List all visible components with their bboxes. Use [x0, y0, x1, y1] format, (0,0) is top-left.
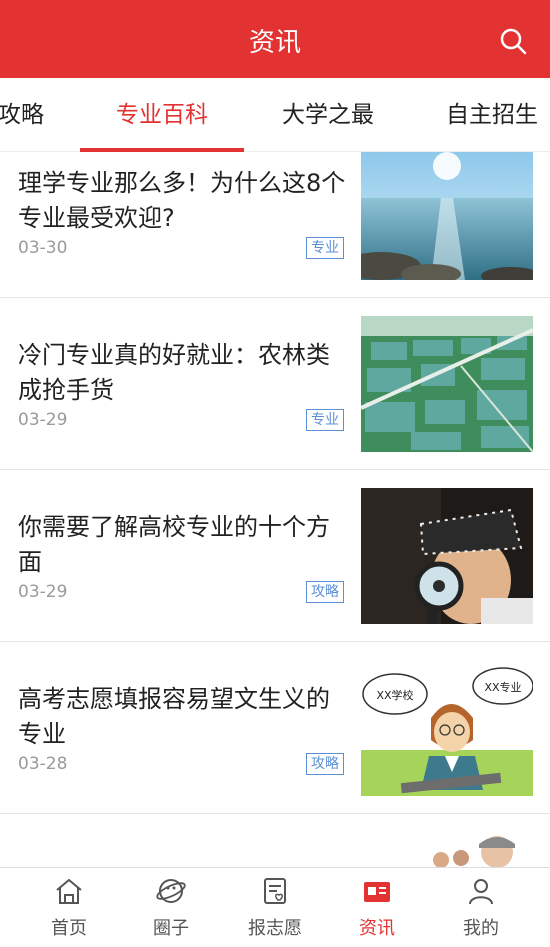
article-title: 你需要了解高校专业的十个方面: [18, 513, 330, 576]
article-title: 理学专业那么多！为什么这8个专业最受欢迎?: [18, 169, 346, 232]
tab-independent-admission[interactable]: 自主招生: [446, 78, 538, 152]
nav-label: 报志愿: [248, 918, 302, 939]
article-thumbnail: [361, 152, 533, 280]
nav-label: 首页: [51, 918, 87, 939]
article-tag: 攻略: [306, 753, 344, 775]
nav-label: 资讯: [359, 918, 395, 939]
form-heart-icon: [264, 878, 286, 904]
nav-profile[interactable]: 我的: [426, 868, 536, 947]
speech-bubble-major: XX专业: [484, 680, 521, 694]
article-title: 冷门专业真的好就业：农林类成抢手货: [18, 341, 330, 404]
news-icon: [364, 882, 390, 902]
article-list[interactable]: 理学专业那么多！为什么这8个专业最受欢迎? 03-30 专业 冷门专业真的好就业…: [0, 152, 550, 867]
nav-label: 圈子: [153, 918, 189, 939]
article-date: 03-29: [18, 410, 68, 430]
tab-major-encyclopedia[interactable]: 专业百科: [116, 78, 208, 152]
page-title: 资讯: [248, 28, 301, 58]
list-item[interactable]: 你需要了解高校专业的十个方面 03-29 攻略: [0, 470, 550, 642]
article-date: 03-29: [18, 582, 68, 602]
nav-news[interactable]: 资讯: [322, 868, 432, 947]
tab-university-superlatives[interactable]: 大学之最: [282, 78, 374, 152]
article-thumbnail: [361, 832, 533, 867]
person-icon: [469, 879, 493, 905]
nav-apply[interactable]: 报志愿: [220, 868, 330, 947]
list-item[interactable]: 冷门专业真的好就业：农林类成抢手货 03-29 专业: [0, 298, 550, 470]
search-icon[interactable]: [498, 26, 528, 56]
article-tag: 专业: [306, 409, 344, 431]
list-item[interactable]: 高考志愿填报容易望文生义的专业 03-28 攻略 XX学校 XX专业: [0, 642, 550, 814]
article-tag: 专业: [306, 237, 344, 259]
article-thumbnail: XX学校 XX专业: [361, 660, 533, 796]
speech-bubble-school: XX学校: [376, 688, 413, 702]
tab-guides[interactable]: 攻略: [0, 78, 44, 152]
list-item[interactable]: [0, 814, 550, 867]
nav-circle[interactable]: 圈子: [116, 868, 226, 947]
app-header: 资讯: [0, 0, 550, 78]
article-date: 03-28: [18, 754, 68, 774]
home-icon: [56, 878, 82, 904]
nav-home[interactable]: 首页: [14, 868, 124, 947]
bottom-navigation: 首页 圈子 报志愿 资讯 我的: [0, 867, 550, 947]
article-thumbnail: [361, 488, 533, 624]
article-title: 高考志愿填报容易望文生义的专业: [18, 685, 330, 748]
list-item[interactable]: 理学专业那么多！为什么这8个专业最受欢迎? 03-30 专业: [0, 152, 550, 298]
nav-label: 我的: [463, 918, 499, 939]
category-tabs: 攻略 专业百科 大学之最 自主招生: [0, 78, 550, 152]
article-tag: 攻略: [306, 581, 344, 603]
article-date: 03-30: [18, 238, 68, 258]
planet-icon: [156, 879, 186, 903]
article-thumbnail: [361, 316, 533, 452]
